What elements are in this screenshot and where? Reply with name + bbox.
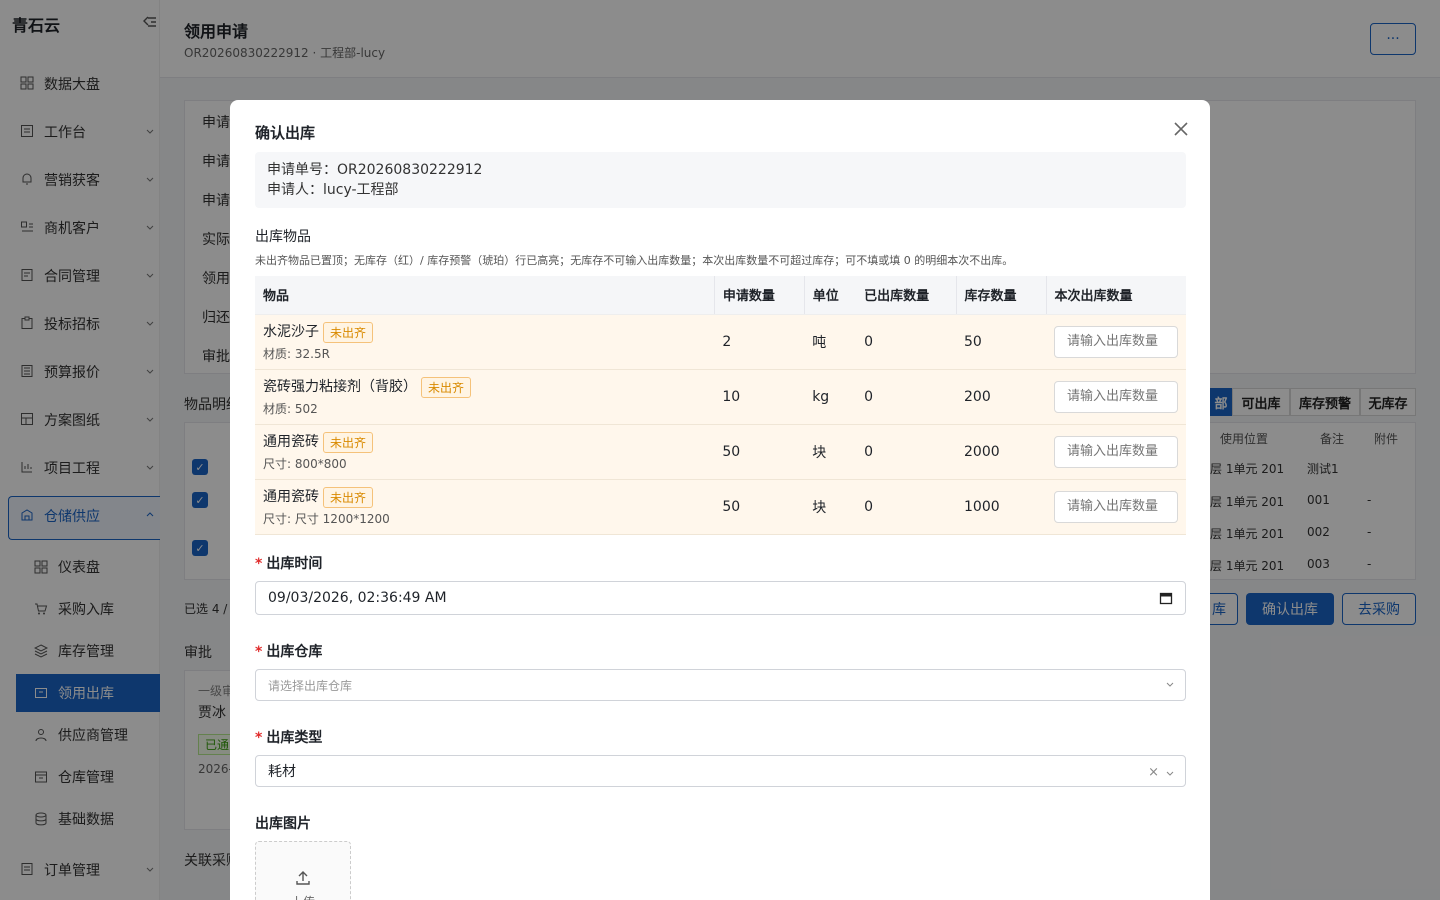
confirm-outbound-dialog: 确认出库 申请单号：OR20260830222912 申请人：lucy-工程部 …	[230, 100, 1210, 900]
unit: 块	[804, 479, 857, 535]
apply-qty: 50	[714, 479, 805, 535]
upload-icon	[294, 869, 312, 887]
outbound-qty: 0	[856, 424, 957, 480]
stock-qty: 2000	[956, 424, 1046, 480]
column-header: 已出库数量	[856, 276, 957, 315]
column-header: 申请数量	[713, 276, 805, 315]
warehouse-label-text: 出库仓库	[266, 644, 323, 660]
apply-qty: 2	[714, 314, 805, 370]
type-label-text: 出库类型	[266, 730, 323, 746]
column-header: 物品	[255, 276, 715, 315]
outbound-qty-input[interactable]	[1054, 435, 1178, 468]
chevron-down-icon	[1165, 768, 1175, 778]
item-name: 通用瓷砖	[263, 489, 319, 506]
item-cell: 水泥沙子 未出齐 材质: 32.5R	[255, 314, 715, 370]
column-header: 库存数量	[955, 276, 1046, 315]
chevron-down-icon	[1165, 679, 1175, 689]
item-spec: 材质: 32.5R	[263, 346, 330, 361]
item-spec: 尺寸: 尺寸 1200*1200	[263, 511, 390, 526]
calendar-icon[interactable]	[1159, 591, 1173, 605]
status-badge: 未出齐	[323, 486, 374, 508]
status-badge: 未出齐	[421, 376, 472, 398]
outbound-qty-input[interactable]	[1054, 380, 1178, 413]
item-cell: 瓷砖强力粘接剂（背胶） 未出齐 材质: 502	[255, 369, 715, 425]
applicant: 申请人：lucy-工程部	[267, 182, 399, 198]
out-time-label-text: 出库时间	[266, 556, 323, 572]
warehouse-select[interactable]: 请选择出库仓库	[255, 669, 1186, 701]
order-info-box: 申请单号：OR20260830222912 申请人：lucy-工程部	[255, 152, 1186, 208]
items-section-label: 出库物品	[255, 229, 311, 245]
upload-button[interactable]: 上传	[255, 841, 351, 900]
qty-input-cell	[1046, 369, 1186, 425]
column-header: 本次出库数量	[1045, 276, 1186, 315]
status-badge: 未出齐	[323, 321, 374, 343]
warehouse-placeholder: 请选择出库仓库	[268, 678, 353, 693]
image-label: 出库图片	[255, 816, 311, 832]
outbound-qty-input[interactable]	[1054, 325, 1178, 358]
apply-qty: 50	[714, 424, 805, 480]
upload-label: 上传	[291, 893, 315, 900]
column-header: 单位	[803, 276, 857, 315]
table-row: 通用瓷砖 未出齐 尺寸: 800*800 50 块 0 2000	[255, 424, 1186, 480]
status-badge: 未出齐	[323, 431, 374, 453]
outbound-qty: 0	[856, 369, 957, 425]
item-name: 水泥沙子	[263, 324, 319, 341]
outbound-qty-input[interactable]	[1054, 490, 1178, 523]
clear-icon[interactable]: ×	[1148, 765, 1159, 780]
dialog-title: 确认出库	[255, 124, 316, 142]
out-time-value: 09/03/2026, 02:36:49 AM	[268, 590, 447, 606]
unit: kg	[804, 369, 857, 425]
close-icon[interactable]	[1172, 120, 1190, 138]
stock-qty: 1000	[956, 479, 1046, 535]
apply-qty: 10	[714, 369, 805, 425]
type-value: 耗材	[268, 764, 296, 780]
unit: 吨	[804, 314, 857, 370]
type-label: * 出库类型	[255, 730, 323, 746]
type-select[interactable]: 耗材 ×	[255, 755, 1186, 787]
item-cell: 通用瓷砖 未出齐 尺寸: 尺寸 1200*1200	[255, 479, 715, 535]
table-row: 通用瓷砖 未出齐 尺寸: 尺寸 1200*1200 50 块 0 1000	[255, 479, 1186, 535]
item-spec: 材质: 502	[263, 401, 318, 416]
table-row: 瓷砖强力粘接剂（背胶） 未出齐 材质: 502 10 kg 0 200	[255, 369, 1186, 425]
outbound-qty: 0	[856, 314, 957, 370]
item-spec: 尺寸: 800*800	[263, 456, 347, 471]
outbound-qty: 0	[856, 479, 957, 535]
item-name: 瓷砖强力粘接剂（背胶）	[263, 379, 417, 396]
warehouse-label: * 出库仓库	[255, 644, 323, 660]
outbound-items-table: 物品 申请数量 单位 已出库数量 库存数量 本次出库数量 水泥沙子 未出齐 材质:…	[255, 276, 1186, 535]
order-number: 申请单号：OR20260830222912	[267, 162, 483, 178]
item-cell: 通用瓷砖 未出齐 尺寸: 800*800	[255, 424, 715, 480]
stock-qty: 50	[956, 314, 1046, 370]
out-time-field[interactable]: 09/03/2026, 02:36:49 AM	[255, 581, 1186, 615]
items-hint: 未出齐物品已置顶；无库存（红）/ 库存预警（琥珀）行已高亮；无库存不可输入出库数…	[255, 254, 1014, 267]
table-row: 水泥沙子 未出齐 材质: 32.5R 2 吨 0 50	[255, 314, 1186, 370]
unit: 块	[804, 424, 857, 480]
qty-input-cell	[1046, 424, 1186, 480]
out-time-label: * 出库时间	[255, 556, 323, 572]
qty-input-cell	[1046, 314, 1186, 370]
item-name: 通用瓷砖	[263, 434, 319, 451]
qty-input-cell	[1046, 479, 1186, 535]
stock-qty: 200	[956, 369, 1046, 425]
